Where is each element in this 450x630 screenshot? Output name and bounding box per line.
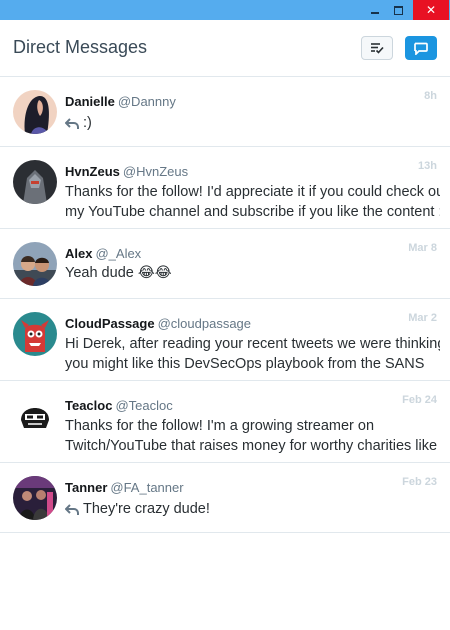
sender: CloudPassage @cloudpassage	[65, 316, 251, 331]
conversation-item[interactable]: Teacloc @Teacloc Feb 24 Thanks for the fo…	[0, 381, 450, 463]
message-text: Yeah dude 😂😂	[65, 265, 172, 281]
sender-handle: @Dannny	[117, 94, 176, 109]
sender-name: Alex	[65, 246, 93, 261]
maximize-button[interactable]	[388, 0, 408, 20]
new-message-icon	[414, 42, 428, 55]
reply-icon	[65, 503, 79, 515]
conversation-item[interactable]: Danielle @Dannny 8h :)	[0, 77, 450, 147]
sender-handle: @Teacloc	[115, 398, 173, 413]
timestamp: Mar 2	[408, 312, 437, 324]
minimize-button[interactable]	[365, 0, 385, 20]
sender-handle: @_Alex	[95, 246, 142, 261]
close-button[interactable]: ✕	[413, 0, 449, 20]
message-preview: Thanks for the follow! I'm a growing str…	[65, 416, 440, 456]
close-icon: ✕	[425, 3, 437, 17]
conversation-item[interactable]: HvnZeus @HvnZeus 13h Thanks for the follo…	[0, 147, 450, 229]
message-text: :)	[83, 115, 92, 131]
message-preview: :)	[65, 113, 440, 133]
message-line: my YouTube channel and subscribe if you …	[65, 204, 440, 220]
sender-name: CloudPassage	[65, 316, 155, 331]
sender: Alex @_Alex	[65, 246, 141, 261]
sender: Tanner @FA_tanner	[65, 480, 184, 495]
conversation-list: Danielle @Dannny 8h :) HvnZeus @HvnZeus 13…	[0, 77, 450, 533]
message-line: Thanks for the follow! I'd appreciate it…	[65, 184, 440, 200]
new-message-button[interactable]	[405, 36, 437, 60]
sender: Teacloc @Teacloc	[65, 398, 173, 413]
message-preview: Hi Derek, after reading your recent twee…	[65, 334, 440, 374]
timestamp: Mar 8	[408, 242, 437, 254]
conversation-item[interactable]: Tanner @FA_tanner Feb 23 They're crazy du…	[0, 463, 450, 533]
maximize-icon	[393, 5, 403, 15]
message-line: you might like this DevSecOps playbook f…	[65, 356, 425, 372]
avatar	[13, 160, 57, 204]
mark-all-read-button[interactable]	[361, 36, 393, 60]
page-title: Direct Messages	[13, 37, 148, 57]
sender: HvnZeus @HvnZeus	[65, 164, 188, 179]
header: Direct Messages	[0, 20, 450, 77]
avatar	[13, 312, 57, 356]
sender-name: HvnZeus	[65, 164, 120, 179]
timestamp: 13h	[418, 160, 437, 172]
message-line: Twitch/YouTube that raises money for wor…	[65, 438, 440, 454]
avatar	[13, 90, 57, 134]
avatar	[13, 242, 57, 286]
sender-handle: @cloudpassage	[157, 316, 252, 331]
timestamp: Feb 24	[402, 394, 437, 406]
conversation-item[interactable]: CloudPassage @cloudpassage Mar 2 Hi Derek…	[0, 299, 450, 381]
sender-name: Teacloc	[65, 398, 113, 413]
avatar	[13, 394, 57, 438]
title-bar: ✕	[0, 0, 450, 20]
sender: Danielle @Dannny	[65, 94, 176, 109]
message-preview: Thanks for the follow! I'd appreciate it…	[65, 182, 440, 222]
message-preview: They're crazy dude!	[65, 499, 440, 519]
sender-name: Tanner	[65, 480, 108, 495]
minimize-icon	[371, 12, 379, 14]
sender-handle: @HvnZeus	[122, 164, 189, 179]
message-preview: Yeah dude 😂😂	[65, 263, 440, 283]
conversation-item[interactable]: Alex @_Alex Mar 8 Yeah dude 😂😂	[0, 229, 450, 299]
message-line: Thanks for the follow! I'm a growing str…	[65, 418, 375, 434]
mark-all-read-icon	[371, 43, 384, 54]
sender-name: Danielle	[65, 94, 115, 109]
reply-icon	[65, 117, 79, 129]
sender-handle: @FA_tanner	[110, 480, 184, 495]
timestamp: 8h	[424, 90, 437, 102]
avatar	[13, 476, 57, 520]
timestamp: Feb 23	[402, 476, 437, 488]
message-line: Hi Derek, after reading your recent twee…	[65, 336, 440, 352]
message-text: They're crazy dude!	[83, 501, 210, 517]
